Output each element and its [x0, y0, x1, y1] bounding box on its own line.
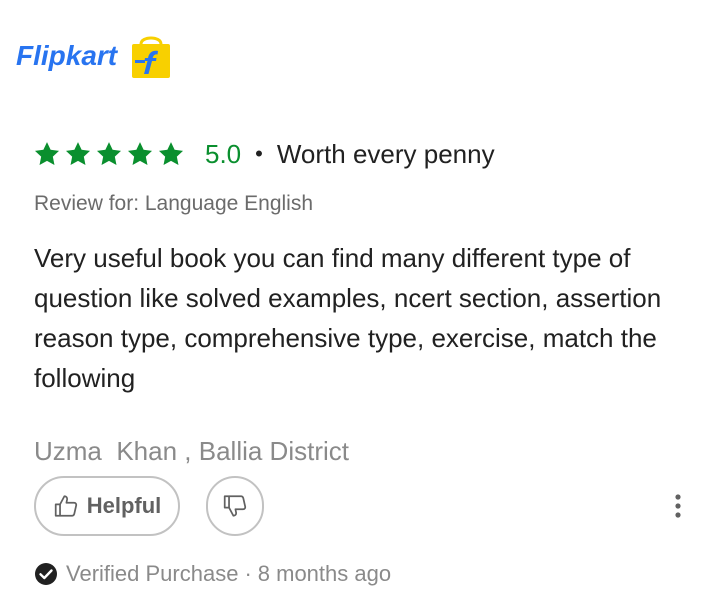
helpful-label: Helpful — [86, 493, 162, 518]
dislike-button[interactable] — [206, 476, 264, 536]
star-icon — [96, 142, 122, 165]
rating-row: 5.0 • Worth every penny — [32, 132, 495, 176]
brand-name[interactable]: Flipkart — [16, 40, 117, 72]
more-vertical-icon — [675, 494, 681, 518]
review-author: Uzma Khan , Ballia District — [34, 436, 349, 466]
star-icon — [158, 142, 184, 165]
header: Flipkart — [16, 28, 175, 84]
helpful-button[interactable]: Helpful — [34, 476, 180, 536]
verified-separator: · — [244, 561, 252, 586]
review-actions: Helpful — [34, 476, 716, 540]
thumbs-up-icon — [54, 495, 77, 517]
star-icon — [127, 142, 153, 165]
review-text: Very useful book you can find many diffe… — [34, 243, 662, 393]
star-icon — [34, 142, 60, 165]
thumbs-down-icon — [223, 495, 247, 517]
verified-purchase-row: Verified Purchase · 8 months ago — [34, 556, 391, 592]
flipkart-bag-icon[interactable] — [127, 32, 175, 80]
star-rating — [32, 140, 187, 168]
star-icon — [65, 142, 91, 165]
review-title: Worth every penny — [276, 138, 495, 169]
review-time: 8 months ago — [257, 561, 392, 586]
separator-dot: • — [255, 141, 263, 166]
check-circle-icon — [35, 563, 57, 585]
verified-label: Verified Purchase — [66, 561, 239, 586]
review-for-label: Review for: Language English — [34, 192, 314, 215]
rating-value: 5.0 — [205, 138, 242, 169]
more-options-button[interactable] — [666, 492, 690, 520]
